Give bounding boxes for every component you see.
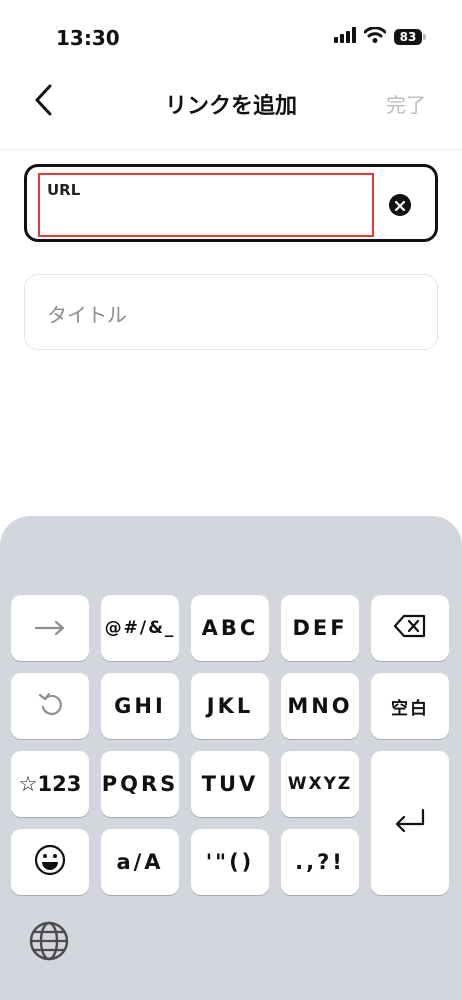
status-bar: 13:30 83: [0, 0, 462, 70]
key-symbols[interactable]: @#/&_: [101, 595, 179, 661]
backspace-icon: [393, 614, 427, 643]
key-jkl[interactable]: JKL: [191, 673, 269, 739]
key-pqrs[interactable]: PQRS: [101, 751, 179, 817]
key-tuv[interactable]: TUV: [191, 751, 269, 817]
key-undo[interactable]: [11, 673, 89, 739]
url-label: URL: [47, 181, 81, 199]
status-icons: 83: [334, 26, 426, 47]
undo-icon: [36, 690, 64, 723]
key-wxyz[interactable]: WXYZ: [281, 751, 359, 817]
key-def[interactable]: DEF: [281, 595, 359, 661]
key-ghi[interactable]: GHI: [101, 673, 179, 739]
key-arrow[interactable]: [11, 595, 89, 661]
key-quotes[interactable]: '"(): [191, 829, 269, 895]
title-placeholder: タイトル: [47, 303, 127, 327]
arrow-right-icon: [34, 616, 65, 640]
key-punct[interactable]: .,?!: [281, 829, 359, 895]
key-emoji[interactable]: [11, 829, 89, 895]
key-mno[interactable]: MNO: [281, 673, 359, 739]
url-field-highlight: [38, 173, 374, 237]
key-backspace[interactable]: [371, 595, 449, 661]
globe-icon: [28, 921, 70, 966]
done-button[interactable]: 完了: [386, 89, 426, 118]
battery-icon: 83: [394, 29, 426, 45]
url-field[interactable]: URL: [24, 164, 438, 242]
clear-icon: [394, 196, 406, 215]
enter-icon: [393, 808, 427, 839]
key-space[interactable]: 空白: [371, 673, 449, 739]
key-enter[interactable]: [371, 751, 449, 895]
clear-button[interactable]: [389, 194, 411, 216]
title-field[interactable]: タイトル: [24, 274, 438, 350]
key-numbers[interactable]: ☆123: [11, 751, 89, 817]
wifi-icon: [363, 26, 387, 47]
signal-icon: [334, 27, 356, 47]
emoji-icon: [34, 844, 66, 881]
globe-button[interactable]: [28, 920, 70, 962]
key-abc[interactable]: ABC: [191, 595, 269, 661]
nav-divider: [0, 149, 462, 150]
nav-bar: リンクを追加 完了: [0, 72, 462, 132]
status-time: 13:30: [56, 26, 120, 50]
key-case[interactable]: a/A: [101, 829, 179, 895]
